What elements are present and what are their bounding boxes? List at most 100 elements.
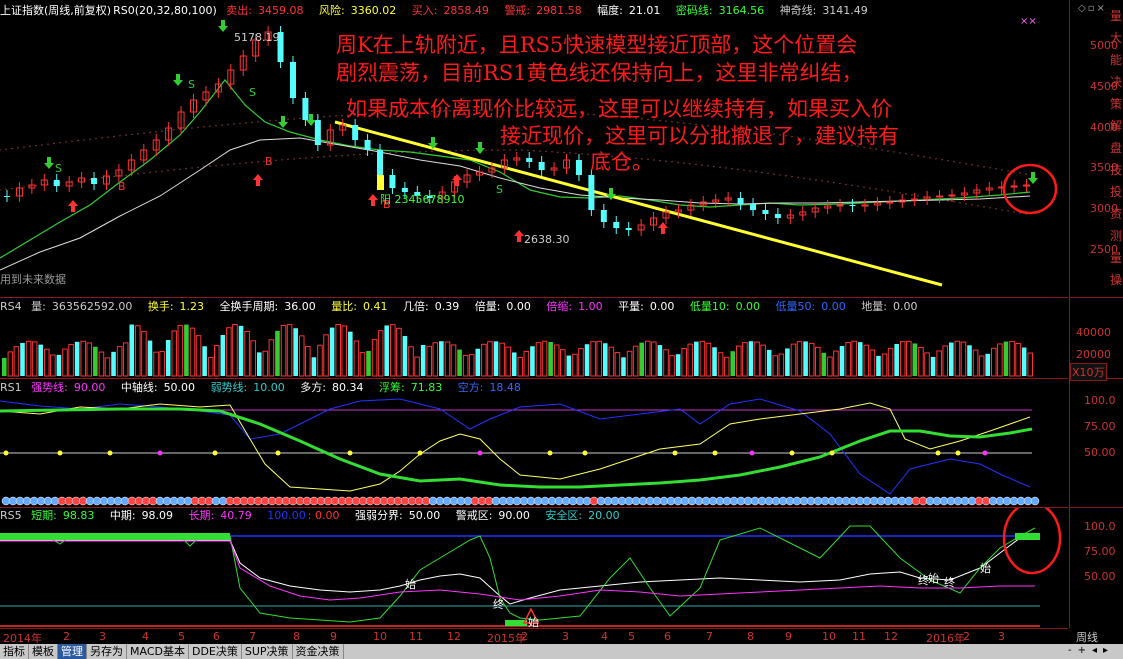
candle-up <box>861 204 869 207</box>
bottom-tab[interactable]: 指标 <box>0 644 29 659</box>
channel-dot <box>131 133 133 136</box>
channel-dot <box>953 201 955 203</box>
channel-dot <box>167 169 169 172</box>
channel-dot <box>953 161 955 163</box>
side-toolbar[interactable]: 量大能决策解盘技投资测量操 <box>1110 10 1123 296</box>
side-char: 测 <box>1110 229 1123 243</box>
down-arrow-icon <box>44 157 54 169</box>
volume-bar <box>353 340 360 377</box>
close-icon[interactable]: × <box>1096 3 1106 14</box>
channel-dot <box>245 162 247 164</box>
channel-dot <box>797 176 799 179</box>
volume-bar <box>165 340 171 376</box>
channel-dot <box>215 124 217 127</box>
bottom-tab[interactable]: DDE决策 <box>189 644 242 659</box>
bottom-tab[interactable]: 管理 <box>58 644 87 659</box>
volume-bar <box>359 352 366 377</box>
channel-dot <box>983 206 985 208</box>
channel-dot <box>971 164 973 166</box>
channel-dot <box>839 182 841 185</box>
volume-bar <box>1021 347 1027 376</box>
volume-bar <box>147 340 153 376</box>
channel-dot <box>65 141 67 143</box>
channel-dot <box>125 134 127 136</box>
volume-bar <box>371 339 378 377</box>
close-icon-pink[interactable]: ×× <box>1020 16 1037 27</box>
volume-bar <box>687 343 694 377</box>
bottom-tab[interactable]: SUP决策 <box>242 644 293 659</box>
channel-dot <box>509 149 511 151</box>
channel-dot <box>989 207 991 209</box>
volume-bar <box>1015 342 1021 377</box>
channel-dot <box>119 135 121 137</box>
time-label: 3 <box>562 630 569 643</box>
volume-bar <box>511 352 517 376</box>
time-label: 3 <box>998 630 1005 643</box>
channel-dot <box>209 165 211 167</box>
bottom-tab[interactable]: 资金决策 <box>293 644 344 659</box>
mid-line-dot <box>417 450 423 456</box>
channel-dot <box>101 137 103 139</box>
highlight-circle <box>1002 163 1058 215</box>
bottom-tab[interactable]: 另存为 <box>87 644 127 659</box>
volume-bar <box>268 339 275 377</box>
volume-bar <box>62 348 68 377</box>
volume-bar <box>857 342 863 376</box>
volume-bar <box>517 356 524 377</box>
volume-bar <box>778 353 785 377</box>
channel-dot <box>143 132 145 134</box>
bottom-tab[interactable]: MACD基本 <box>127 644 189 659</box>
volume-bar <box>936 350 942 377</box>
volume-bar <box>730 351 736 376</box>
channel-dot <box>341 154 343 157</box>
channel-dot <box>329 115 331 118</box>
minus-icon[interactable]: - <box>1068 645 1078 656</box>
volume-bar <box>50 354 56 377</box>
channel-dot <box>815 179 817 181</box>
scroll-right-icon[interactable]: ▸ <box>1103 645 1114 656</box>
buy-signal-b: B <box>265 155 273 168</box>
volume-bar <box>171 330 178 377</box>
channel-dot <box>881 149 883 151</box>
plus-icon[interactable]: + <box>1078 645 1092 656</box>
start-mark: 始 <box>980 561 991 575</box>
bottom-tab[interactable]: 模板 <box>29 644 58 659</box>
volume-bar <box>493 341 499 376</box>
volume-bar <box>803 341 808 376</box>
channel-dot <box>137 133 139 135</box>
channel-dot <box>515 149 517 151</box>
annotation-line-1: 周K在上轨附近，且RS5快速模型接近顶部，这个位置会 <box>336 33 858 57</box>
mid-line-dot <box>3 450 9 456</box>
volume-bar <box>918 346 924 377</box>
channel-dot <box>89 138 91 140</box>
candle-down <box>849 205 856 206</box>
channel-dot <box>875 188 877 190</box>
mid-line-dot <box>955 450 961 456</box>
channel-dot <box>527 149 529 152</box>
sell-signal-s: S <box>55 162 62 175</box>
volume-bar <box>232 323 238 377</box>
volume-bar <box>851 340 857 377</box>
channel-dot <box>521 149 523 151</box>
volume-bar <box>189 327 196 377</box>
volume-bar <box>98 351 105 377</box>
channel-dot <box>707 165 709 167</box>
volume-bar <box>20 342 25 376</box>
diamond-icon[interactable]: ◇ <box>1078 3 1088 14</box>
channel-dot <box>275 119 277 122</box>
volume-bar <box>821 352 827 376</box>
volume-bar <box>772 355 779 377</box>
volume-bar <box>293 328 298 376</box>
volume-bar <box>985 353 991 376</box>
volume-bar <box>712 347 717 376</box>
volume-bar <box>614 352 621 377</box>
channel-dot <box>137 173 139 175</box>
scroll-left-icon[interactable]: ◂ <box>1092 645 1103 656</box>
candle-down <box>352 125 359 140</box>
channel-dot <box>293 118 295 120</box>
volume-bar <box>790 343 797 377</box>
channel-dot <box>941 159 943 161</box>
channel-dot <box>155 131 157 133</box>
time-label: 8 <box>293 630 300 643</box>
period-label[interactable]: 周线 <box>1076 629 1098 645</box>
